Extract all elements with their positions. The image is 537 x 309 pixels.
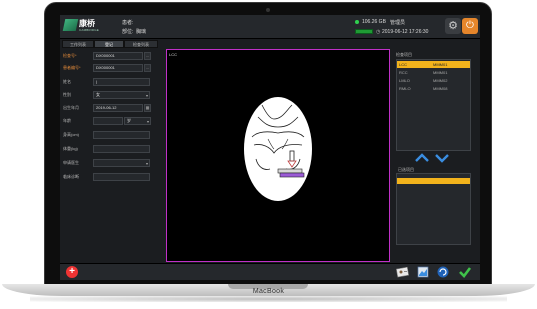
selected-items-list: [396, 173, 471, 245]
exam-item-row[interactable]: RMLO MMM08: [397, 85, 470, 92]
footer-bar: +: [60, 263, 480, 280]
exam-item-row[interactable]: LCC MMM01: [397, 61, 470, 68]
disk-usage-bar: [355, 29, 373, 34]
add-icon[interactable]: +: [66, 266, 78, 278]
exam-item-name: MMM01: [433, 70, 448, 75]
field-sex: 性别 女 ▾: [60, 91, 160, 100]
exam-item-row[interactable]: RCC MMM01: [397, 69, 470, 76]
calendar-icon[interactable]: ▦: [144, 104, 151, 112]
age-unit-value: 岁: [127, 118, 131, 123]
chevron-down-icon: ▾: [145, 93, 148, 98]
datetime: 2019-06-12 17:26:30: [382, 29, 429, 35]
height-input[interactable]: [93, 131, 150, 139]
birthdate-input[interactable]: 2019-06-12: [93, 104, 143, 112]
move-down-icon[interactable]: [434, 153, 450, 163]
logo: 康桥 CAMBRIDGE: [62, 18, 104, 36]
age-unit-select[interactable]: 岁 ▾: [124, 117, 151, 125]
body-positioning-illustration: [251, 104, 305, 178]
webcam: [266, 8, 270, 12]
field-label: 患者编号*: [63, 65, 81, 70]
field-label: 体重(kg): [63, 146, 78, 151]
field-name: 姓名 |: [60, 78, 160, 87]
exam-id-input[interactable]: DX000001: [93, 52, 143, 60]
sex-select[interactable]: 女 ▾: [93, 91, 150, 99]
patient-id-input[interactable]: DX000001: [93, 64, 143, 72]
app-screen: 康桥 CAMBRIDGE 患者: 部位: 胸璃 106.26 GB 管理员 ◷ …: [60, 15, 480, 280]
patient-card-icon[interactable]: [396, 265, 410, 279]
exam-id-more-button[interactable]: ...: [144, 52, 151, 60]
exam-item-row[interactable]: LMLO MMM02: [397, 77, 470, 84]
chevron-down-icon: ▾: [146, 119, 149, 124]
field-doctor: 申请医生 ▾: [60, 159, 160, 168]
doctor-select[interactable]: ▾: [93, 159, 150, 167]
exam-item-name: MMM01: [433, 62, 448, 67]
disk-free: 106.26 GB: [362, 19, 386, 25]
exam-label: 部位:: [122, 29, 134, 35]
image-viewer[interactable]: LCC: [166, 49, 390, 262]
exam-item-code: RMLO: [399, 86, 411, 91]
positioning-diagram: [244, 97, 312, 201]
exam-item-code: LCC: [399, 62, 408, 67]
field-weight: 体重(kg): [60, 145, 160, 154]
tab-register[interactable]: 登记: [94, 40, 124, 48]
exam-items-title: 检查项目: [396, 52, 412, 57]
weight-input[interactable]: [93, 145, 150, 153]
status-online-icon: [355, 20, 359, 24]
laptop-frame: MacBook 康桥 CAMBRIDGE 患者: 部位: 胸璃 106.26 G…: [0, 0, 537, 309]
field-age: 年龄 岁 ▾: [60, 117, 160, 126]
field-label: 出生年月: [63, 105, 79, 110]
power-icon[interactable]: ⏻: [462, 18, 478, 34]
patient-id-more-button[interactable]: ...: [144, 64, 151, 72]
user-name: 管理员: [390, 20, 406, 26]
logo-subtext: CAMBRIDGE: [79, 28, 99, 32]
field-label: 性别: [63, 92, 71, 97]
tab-worklist[interactable]: 工作列表: [62, 40, 94, 48]
field-label: 姓名: [63, 79, 71, 84]
field-label: 申请医生: [63, 160, 79, 165]
image-card-icon[interactable]: [416, 265, 430, 279]
exam-items-list: LCC MMM01 RCC MMM01 LMLO MMM02 RMLO MMM0…: [396, 59, 471, 151]
settings-gear-icon[interactable]: ⚙: [445, 18, 461, 34]
exam-item-code: RCC: [399, 70, 408, 75]
selected-item-row[interactable]: [397, 178, 470, 184]
field-exam-id: 检查号* DX000001 ...: [60, 52, 160, 61]
field-birthdate: 出生年月 2019-06-12 ▦: [60, 104, 160, 113]
exam-value: 胸璃: [136, 29, 147, 35]
field-label: 年龄: [63, 118, 71, 123]
sex-value: 女: [96, 92, 100, 97]
name-input[interactable]: |: [93, 78, 150, 86]
base-shadow: [30, 296, 507, 302]
clock-icon: ◷: [376, 29, 381, 35]
field-label: 检查号*: [63, 53, 77, 58]
field-height: 身高(cm): [60, 131, 160, 140]
view-tag: LCC: [169, 52, 178, 57]
exam-item-name: MMM02: [433, 78, 448, 83]
exam-item-code: LMLO: [399, 78, 410, 83]
field-label: 临床诊断: [63, 174, 79, 179]
move-up-icon[interactable]: [414, 153, 430, 163]
exam-item-name: MMM08: [433, 86, 448, 91]
tab-bar: 工作列表 登记 检查列表: [60, 40, 160, 48]
field-label: 身高(cm): [63, 132, 79, 137]
diagnosis-input[interactable]: [93, 173, 150, 181]
patient-label: 患者:: [122, 20, 134, 26]
device-brand: MacBook: [252, 288, 285, 295]
logo-mark: [62, 19, 79, 31]
field-diagnosis: 临床诊断: [60, 173, 160, 182]
confirm-icon[interactable]: [458, 265, 472, 279]
header-bar: 康桥 CAMBRIDGE 患者: 部位: 胸璃 106.26 GB 管理员 ◷ …: [60, 15, 480, 39]
age-input[interactable]: [93, 117, 123, 125]
field-patient-id: 患者编号* DX000001 ...: [60, 64, 160, 73]
refresh-icon[interactable]: [436, 265, 450, 279]
tab-exam-list[interactable]: 检查列表: [124, 40, 158, 48]
chevron-down-icon: ▾: [145, 161, 148, 166]
